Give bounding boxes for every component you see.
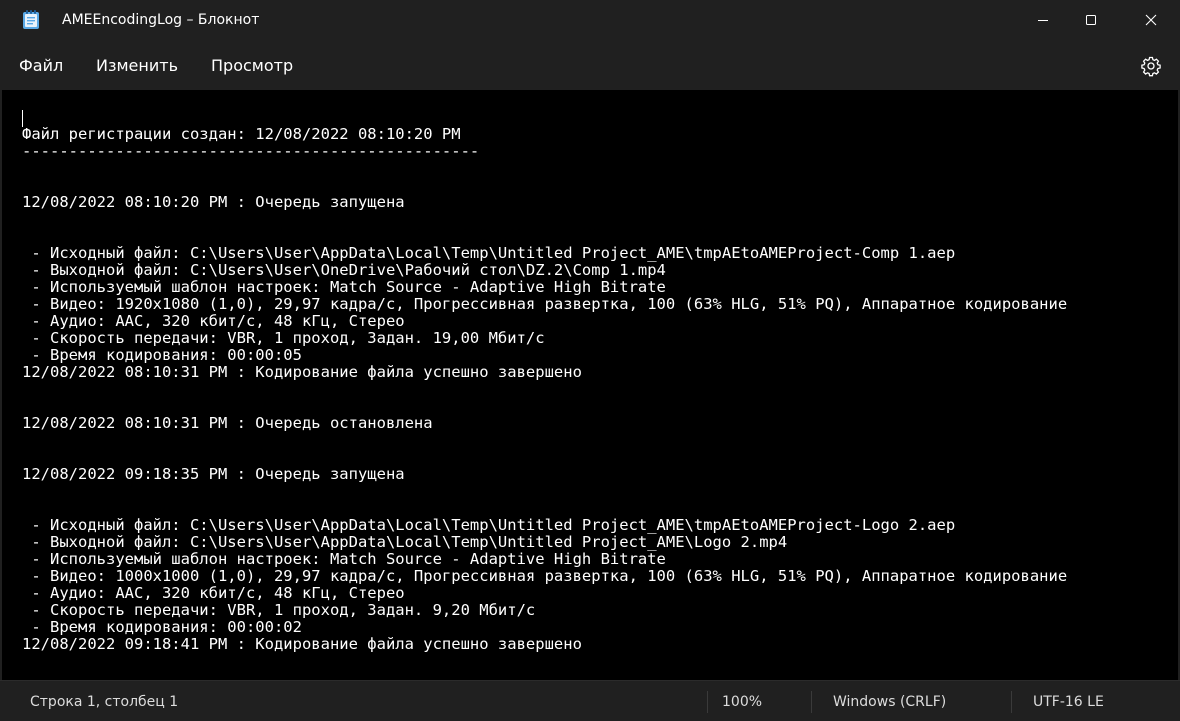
encoding: UTF-16 LE — [1033, 694, 1104, 710]
close-icon — [1145, 14, 1157, 26]
menu-view[interactable]: Просмотр — [211, 56, 293, 76]
line-endings: Windows (CRLF) — [833, 694, 947, 710]
menu-edit[interactable]: Изменить — [96, 56, 178, 76]
text-editor[interactable]: Файл регистрации создан: 12/08/2022 08:1… — [2, 90, 1178, 680]
window-title: AMEEncodingLog – Блокнот — [62, 12, 260, 28]
close-button[interactable] — [1128, 0, 1174, 40]
status-divider — [811, 691, 812, 713]
editor-content[interactable]: Файл регистрации создан: 12/08/2022 08:1… — [22, 126, 1160, 653]
settings-button[interactable] — [1140, 55, 1162, 77]
text-caret — [22, 110, 23, 127]
notepad-icon — [22, 10, 40, 30]
maximize-button[interactable] — [1068, 0, 1114, 40]
cursor-position: Строка 1, столбец 1 — [30, 694, 179, 710]
minimize-button[interactable] — [1020, 0, 1066, 40]
menu-file[interactable]: Файл — [19, 56, 63, 76]
zoom-level: 100% — [722, 694, 763, 710]
status-divider — [707, 691, 708, 713]
minimize-icon — [1038, 20, 1048, 21]
status-bar: Строка 1, столбец 1 100% Windows (CRLF) … — [0, 680, 1180, 721]
gear-icon — [1141, 56, 1161, 77]
title-bar: AMEEncodingLog – Блокнот — [0, 0, 1180, 40]
menu-bar: Файл Изменить Просмотр — [0, 40, 1180, 90]
maximize-icon — [1086, 15, 1096, 25]
status-divider — [1011, 691, 1012, 713]
